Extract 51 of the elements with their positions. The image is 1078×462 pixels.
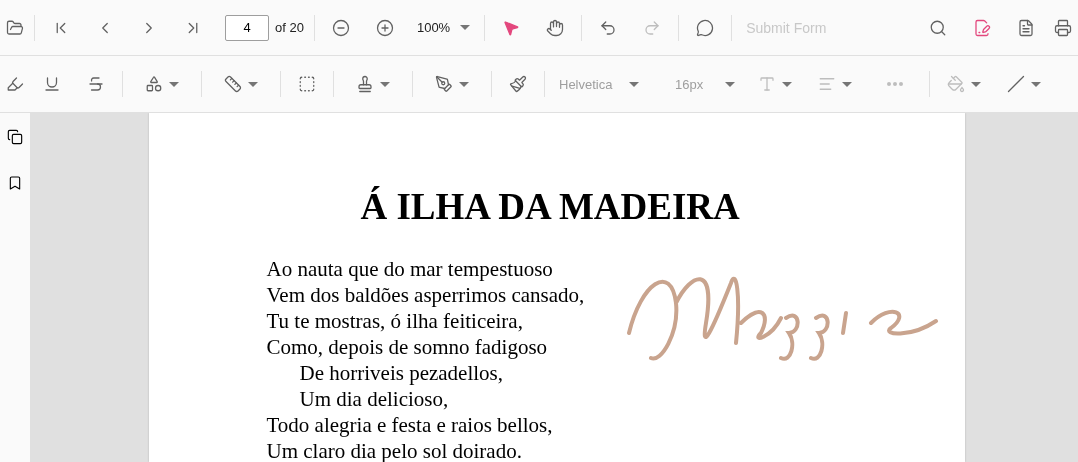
caret-icon xyxy=(725,81,735,87)
page-number-input[interactable]: 4 xyxy=(225,14,269,41)
caret-icon xyxy=(380,81,390,87)
paint-bucket-icon xyxy=(947,75,965,93)
stamp-icon xyxy=(356,75,374,93)
pages-icon xyxy=(7,129,23,145)
document-icon xyxy=(1017,18,1035,37)
poem-line: Tu te mostras, ó ilha feiticeira, xyxy=(266,308,524,334)
letter-icon xyxy=(758,75,776,93)
pointer-icon xyxy=(502,18,521,37)
align-left-icon xyxy=(818,75,836,93)
poem-line: Como, depois de somno fadigoso xyxy=(266,334,549,360)
ellipsis-icon xyxy=(887,82,903,86)
poem-line: De horriveis pezadellos, xyxy=(298,360,504,386)
document-title: Á ILHA DA MADEIRA xyxy=(360,185,741,228)
poem-line: Todo alegria e festa e raios bellos, xyxy=(266,412,554,438)
zoom-dropdown[interactable]: 100% xyxy=(406,9,481,46)
undo-icon xyxy=(599,18,618,37)
speech-bubble-icon xyxy=(696,18,715,37)
caret-icon xyxy=(459,81,469,87)
poem-line: Ao nauta que do mar tempestuoso xyxy=(266,256,554,282)
strikethrough-icon xyxy=(87,75,105,93)
caret-icon xyxy=(782,81,792,87)
poem-line: Um dia delicioso, xyxy=(298,386,450,412)
caret-icon xyxy=(971,81,981,87)
caret-icon xyxy=(248,81,258,87)
zoom-in-icon xyxy=(375,18,394,37)
highlighter-icon xyxy=(6,75,24,93)
edit-annotation-icon xyxy=(973,18,991,37)
caret-icon xyxy=(842,81,852,87)
ruler-icon xyxy=(224,75,242,93)
shapes-icon xyxy=(145,75,163,93)
hand-icon xyxy=(546,18,565,37)
caret-icon xyxy=(460,25,471,30)
line-icon xyxy=(1007,75,1025,93)
print-icon xyxy=(1054,18,1072,37)
zoom-out-icon xyxy=(331,18,350,37)
brush-icon xyxy=(509,75,527,93)
pen-nib-icon xyxy=(435,75,453,93)
poem-line: Vem dos baldões asperrimos cansado, xyxy=(266,282,586,308)
caret-icon xyxy=(169,81,179,87)
poem-line: Um claro dia pelo sol doirado. xyxy=(266,438,523,462)
page-count: of 20 xyxy=(275,20,304,35)
text-box-icon xyxy=(298,75,316,93)
caret-icon xyxy=(629,81,639,87)
caret-icon xyxy=(1031,81,1041,87)
folder-icon xyxy=(6,18,24,37)
bookmark-icon xyxy=(7,175,23,191)
search-icon xyxy=(929,18,947,37)
underline-icon xyxy=(43,75,61,93)
redo-icon xyxy=(643,18,662,37)
